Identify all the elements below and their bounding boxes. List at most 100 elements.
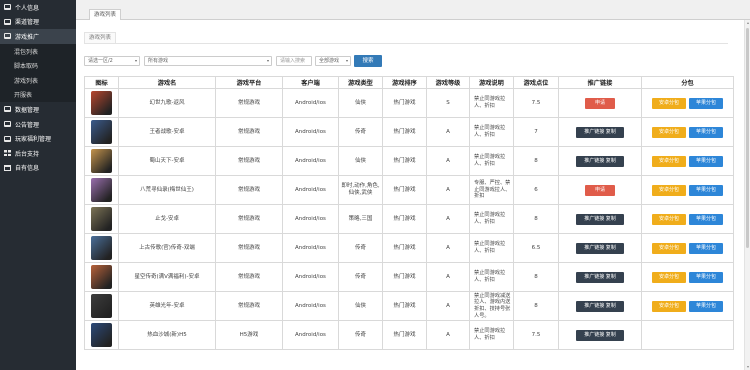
sidebar-subitem-3[interactable]: 开服表: [0, 87, 76, 103]
sidebar-item-4[interactable]: 公告管理: [0, 117, 76, 132]
sidebar-item-6[interactable]: 后台支持: [0, 146, 76, 161]
game-client: Android/ios: [282, 146, 339, 176]
copy-link-button[interactable]: 推广链接 复制: [576, 271, 624, 283]
copy-link-button[interactable]: 推广链接 复制: [576, 329, 624, 341]
copy-link-button[interactable]: 推广链接 复制: [576, 126, 624, 138]
column-header: 游戏类型: [338, 76, 383, 89]
pack-cell: 安卓分包 苹果分包: [641, 233, 734, 263]
sidebar-item-3[interactable]: 数据管理: [0, 102, 76, 117]
icon-cell: [84, 175, 119, 205]
game-select[interactable]: 所有游戏: [144, 56, 272, 66]
apple-pack-button[interactable]: 苹果分包: [689, 155, 723, 167]
sidebar-item-label: 自有信息: [15, 165, 40, 173]
column-header: 图标: [84, 76, 119, 89]
link-cell: 推广链接 复制: [558, 291, 642, 321]
category-select-value: 全部游戏: [319, 58, 340, 64]
game-type: 传奇: [338, 233, 383, 263]
sidebar-item-label: 游戏推广: [15, 33, 40, 41]
table-row: 八荒寻仙录(梅世仙王) 常规游戏 Android/ios 即时,动作,角色,仙侠,武侠…: [84, 175, 734, 205]
table-row: 星空传奇(满V满福利)-安卓 常规游戏 Android/ios 传奇 热门游戏 A 禁止同游…: [84, 262, 734, 292]
sidebar-item-label: 后台支持: [15, 150, 40, 158]
apple-pack-button[interactable]: 苹果分包: [689, 242, 723, 254]
android-pack-button[interactable]: 安卓分包: [652, 213, 686, 225]
sidebar-subitem-0[interactable]: 混包列表: [0, 43, 76, 59]
game-points: 8: [513, 262, 559, 292]
sidebar-item-label: 玩家福利管理: [15, 136, 52, 144]
column-header: 游戏点位: [513, 76, 559, 89]
tab-game-list[interactable]: 游戏列表: [89, 9, 122, 20]
android-pack-button[interactable]: 安卓分包: [652, 97, 686, 109]
android-pack-button[interactable]: 安卓分包: [652, 300, 686, 312]
game-client: Android/ios: [282, 262, 339, 292]
game-name: 幻世九歌-返风: [118, 88, 216, 118]
game-table: 图标 游戏名 游戏平台 客户端 游戏类型 游戏排序 游戏等级 游戏说明 游戏点位 推广链接 分包 幻…: [84, 76, 734, 350]
game-sort: 热门游戏: [382, 262, 427, 292]
apple-pack-button[interactable]: 苹果分包: [689, 126, 723, 138]
region-select-value: 请选一区/2: [88, 58, 113, 64]
android-pack-button[interactable]: 安卓分包: [652, 126, 686, 138]
link-cell: 推广链接 复制: [558, 204, 642, 234]
game-select-value: 所有游戏: [148, 58, 169, 64]
scroll-up-icon[interactable]: [746, 22, 749, 24]
game-level: A: [426, 117, 470, 147]
game-icon: [91, 294, 112, 318]
main-content: 游戏列表 请选一区/2 所有游戏 请输入搜索 全部游戏 搜索 图标 游戏名 游戏…: [76, 20, 750, 370]
link-cell: 推广链接 复制: [558, 320, 642, 350]
copy-link-button[interactable]: 推广链接 复制: [576, 300, 624, 312]
category-select[interactable]: 全部游戏: [315, 56, 351, 66]
sidebar-subitem-1[interactable]: 脚本取码: [0, 58, 76, 73]
game-desc: 禁止同游戏拉人、折扣: [469, 262, 514, 292]
sidebar-item-7[interactable]: 自有信息: [0, 161, 76, 176]
game-desc: 禁止同游戏拉人、折扣: [469, 320, 514, 350]
subtab-game-list[interactable]: 游戏列表: [84, 32, 117, 43]
sidebar-item-1[interactable]: 渠道管理: [0, 15, 76, 30]
apple-pack-button[interactable]: 苹果分包: [689, 184, 723, 196]
search-button[interactable]: 搜索: [354, 55, 382, 67]
sidebar-item-label: 渠道管理: [15, 19, 40, 27]
sidebar-item-5[interactable]: 玩家福利管理: [0, 131, 76, 146]
game-desc: 禁止同游戏拉人、折扣: [469, 146, 514, 176]
android-pack-button[interactable]: 安卓分包: [652, 155, 686, 167]
game-name: 英雄光年-安卓: [118, 291, 216, 321]
android-pack-button[interactable]: 安卓分包: [652, 184, 686, 196]
scrollbar-thumb[interactable]: [746, 28, 749, 248]
region-select[interactable]: 请选一区/2: [84, 56, 140, 66]
copy-link-button[interactable]: 推广链接 复制: [576, 155, 624, 167]
game-type: 传奇: [338, 117, 383, 147]
copy-link-button[interactable]: 推广链接 复制: [576, 242, 624, 254]
game-client: Android/ios: [282, 320, 339, 350]
apply-button[interactable]: 申请: [585, 184, 615, 196]
android-pack-button[interactable]: 安卓分包: [652, 271, 686, 283]
table-row: 上古传歌(官)传奇-双端 常规游戏 Android/ios 传奇 热门游戏 A 禁止同游戏拉…: [84, 233, 734, 263]
sidebar-item-0[interactable]: 个人信息: [0, 0, 76, 15]
game-points: 7: [513, 117, 559, 147]
scroll-down-icon[interactable]: [746, 366, 749, 368]
apply-button[interactable]: 申请: [585, 97, 615, 109]
game-points: 8: [513, 204, 559, 234]
icon-cell: [84, 320, 119, 350]
search-input[interactable]: 请输入搜索: [276, 56, 312, 66]
apple-pack-button[interactable]: 苹果分包: [689, 97, 723, 109]
game-platform: 常规游戏: [215, 175, 283, 205]
apple-pack-button[interactable]: 苹果分包: [689, 213, 723, 225]
pack-cell: 安卓分包 苹果分包: [641, 175, 734, 205]
game-icon: [91, 178, 112, 202]
game-sort: 热门游戏: [382, 117, 427, 147]
chevron-down-icon: [135, 60, 137, 62]
sidebar-item-label: 个人信息: [15, 4, 40, 12]
sidebar-subitem-2[interactable]: 游戏列表: [0, 72, 76, 88]
game-type: 传奇: [338, 320, 383, 350]
game-level: A: [426, 320, 470, 350]
android-pack-button[interactable]: 安卓分包: [652, 242, 686, 254]
game-name: 王者战歌-安卓: [118, 117, 216, 147]
game-level: A: [426, 204, 470, 234]
apple-pack-button[interactable]: 苹果分包: [689, 271, 723, 283]
pack-cell: 安卓分包 苹果分包: [641, 146, 734, 176]
pack-cell: 安卓分包 苹果分包: [641, 262, 734, 292]
vertical-scrollbar[interactable]: [744, 20, 750, 370]
copy-link-button[interactable]: 推广链接 复制: [576, 213, 624, 225]
sidebar-item-2[interactable]: 游戏推广: [0, 29, 76, 44]
apple-pack-button[interactable]: 苹果分包: [689, 300, 723, 312]
game-platform: 常规游戏: [215, 204, 283, 234]
icon-cell: [84, 291, 119, 321]
